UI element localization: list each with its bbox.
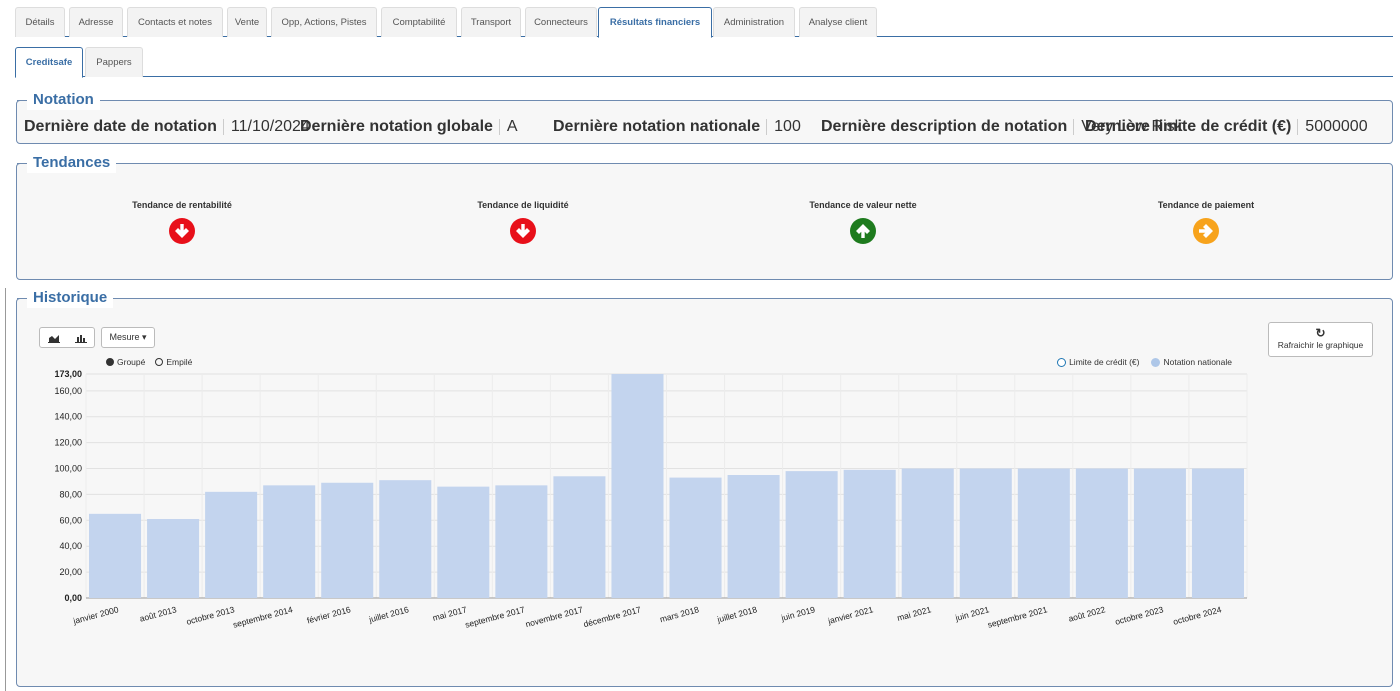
arrow-up-icon (850, 218, 876, 244)
tab-analyse-client[interactable]: Analyse client (799, 7, 877, 37)
x-tick-label: mars 2018 (659, 604, 701, 624)
chart-bar (843, 469, 896, 598)
tendances-panel: Tendances Tendance de rentabilité Tendan… (16, 153, 1393, 280)
chart-bar (727, 474, 780, 598)
tab-opp-actions-pistes[interactable]: Opp, Actions, Pistes (271, 7, 377, 37)
notation-panel: Notation Dernière date de notation 11/10… (16, 90, 1393, 144)
trend-rentabilite: Tendance de rentabilité (127, 200, 237, 244)
chart-bar (147, 519, 200, 598)
y-tick-label: 20,00 (59, 567, 82, 577)
chart-bar (263, 485, 316, 598)
trend-valeur-nette: Tendance de valeur nette (805, 200, 921, 244)
x-tick-label: janvier 2000 (71, 604, 120, 626)
sub-tabs: Creditsafe Pappers (15, 47, 1393, 78)
chart-bar (89, 513, 142, 598)
arrow-down-icon (510, 218, 536, 244)
left-divider (5, 288, 6, 691)
chart-bar (959, 468, 1012, 598)
historique-bar-chart: 0,00 20,00 40,00 60,00 80,00 100,00 120,00 140,… (54, 369, 1248, 630)
tab-details[interactable]: Détails (15, 7, 65, 37)
tab-adresse[interactable]: Adresse (69, 7, 123, 37)
tab-comptabilite[interactable]: Comptabilité (381, 7, 457, 37)
trend-rentabilite-label: Tendance de rentabilité (132, 200, 232, 210)
notation-limite-label: Dernière limite de crédit (€) (1085, 118, 1299, 135)
arrow-down-icon (169, 218, 195, 244)
x-tick-label: septembre 2014 (232, 604, 294, 630)
notation-limite-field: Dernière limite de crédit (€) 5000000 (1085, 118, 1368, 136)
chart-bar (379, 480, 432, 598)
main-tabs: Détails Adresse Contacts et notes Vente … (15, 7, 1393, 38)
trend-liquidite-label: Tendance de liquidité (477, 200, 569, 210)
notation-globale-field: Dernière notation globale A (300, 118, 518, 136)
tab-vente[interactable]: Vente (227, 7, 267, 37)
tab-transport[interactable]: Transport (461, 7, 521, 37)
chart-bar (321, 482, 374, 598)
notation-limite-value: 5000000 (1305, 118, 1368, 135)
y-tick-label: 160,00 (54, 386, 82, 396)
notation-date-label: Dernière date de notation (24, 118, 224, 135)
y-tick-label: 80,00 (59, 489, 82, 499)
notation-nationale-label: Dernière notation nationale (553, 118, 768, 135)
chart-bar (901, 468, 954, 598)
x-tick-label: octobre 2013 (185, 604, 236, 627)
notation-globale-value: A (506, 118, 518, 135)
chart-bar (1191, 468, 1244, 598)
arrow-right-icon (1193, 218, 1219, 244)
chart-bar (205, 491, 258, 598)
x-tick-label: février 2016 (306, 604, 352, 625)
x-tick-label: janvier 2021 (826, 604, 875, 626)
chart-bar (611, 374, 664, 598)
chart-bar (437, 486, 490, 598)
y-tick-label: 100,00 (54, 464, 82, 474)
y-tick-label: 120,00 (54, 438, 82, 448)
x-tick-label: mai 2017 (431, 604, 468, 623)
y-tick-label: 173,00 (54, 369, 82, 379)
chart-bar (495, 485, 548, 598)
tab-connecteurs[interactable]: Connecteurs (525, 7, 597, 37)
chart-bar (553, 476, 606, 598)
trend-valeur-nette-label: Tendance de valeur nette (809, 200, 917, 210)
chart-bar (1133, 468, 1186, 598)
tendances-legend: Tendances (16, 153, 117, 173)
notation-date-field: Dernière date de notation 11/10/2024 (24, 118, 310, 136)
notation-description-label: Dernière description de notation (821, 118, 1075, 135)
tab-creditsafe[interactable]: Creditsafe (15, 47, 83, 78)
tab-administration[interactable]: Administration (713, 7, 795, 37)
notation-nationale-value: 100 (774, 118, 801, 135)
x-tick-label: juin 2019 (779, 604, 816, 623)
x-tick-label: juillet 2018 (715, 604, 758, 625)
notation-globale-label: Dernière notation globale (300, 118, 500, 135)
y-tick-label: 140,00 (54, 412, 82, 422)
tab-contacts-notes[interactable]: Contacts et notes (127, 7, 223, 37)
x-tick-label: décembre 2017 (582, 604, 642, 629)
y-tick-label: 40,00 (59, 541, 82, 551)
x-tick-label: octobre 2023 (1114, 604, 1165, 627)
tab-pappers[interactable]: Pappers (85, 47, 143, 77)
x-tick-label: septembre 2021 (986, 604, 1048, 630)
x-tick-label: juillet 2016 (367, 604, 410, 625)
chart-bar (669, 477, 722, 598)
notation-legend: Notation (17, 90, 100, 110)
notation-nationale-field: Dernière notation nationale 100 (553, 118, 801, 136)
historique-panel: Historique Mesure ▾ ↻ Rafraichir le grap… (16, 288, 1393, 687)
y-tick-label: 60,00 (59, 515, 82, 525)
trend-paiement-label: Tendance de paiement (1157, 200, 1255, 210)
x-tick-label: août 2013 (138, 604, 177, 624)
tab-resultats-financiers[interactable]: Résultats financiers (598, 7, 712, 38)
chart-bar (1017, 468, 1070, 598)
x-tick-label: septembre 2017 (464, 604, 526, 630)
x-tick-label: octobre 2024 (1172, 604, 1223, 627)
x-tick-label: août 2022 (1067, 604, 1106, 624)
notation-date-value: 11/10/2024 (230, 118, 310, 135)
x-tick-label: juin 2021 (953, 604, 990, 623)
y-tick-label: 0,00 (64, 593, 82, 603)
chart-bar (785, 471, 838, 598)
x-tick-label: mai 2021 (896, 604, 933, 623)
trend-liquidite: Tendance de liquidité (473, 200, 573, 244)
x-tick-label: novembre 2017 (524, 604, 584, 629)
trend-paiement: Tendance de paiement (1154, 200, 1258, 244)
chart-bar (1075, 468, 1128, 598)
